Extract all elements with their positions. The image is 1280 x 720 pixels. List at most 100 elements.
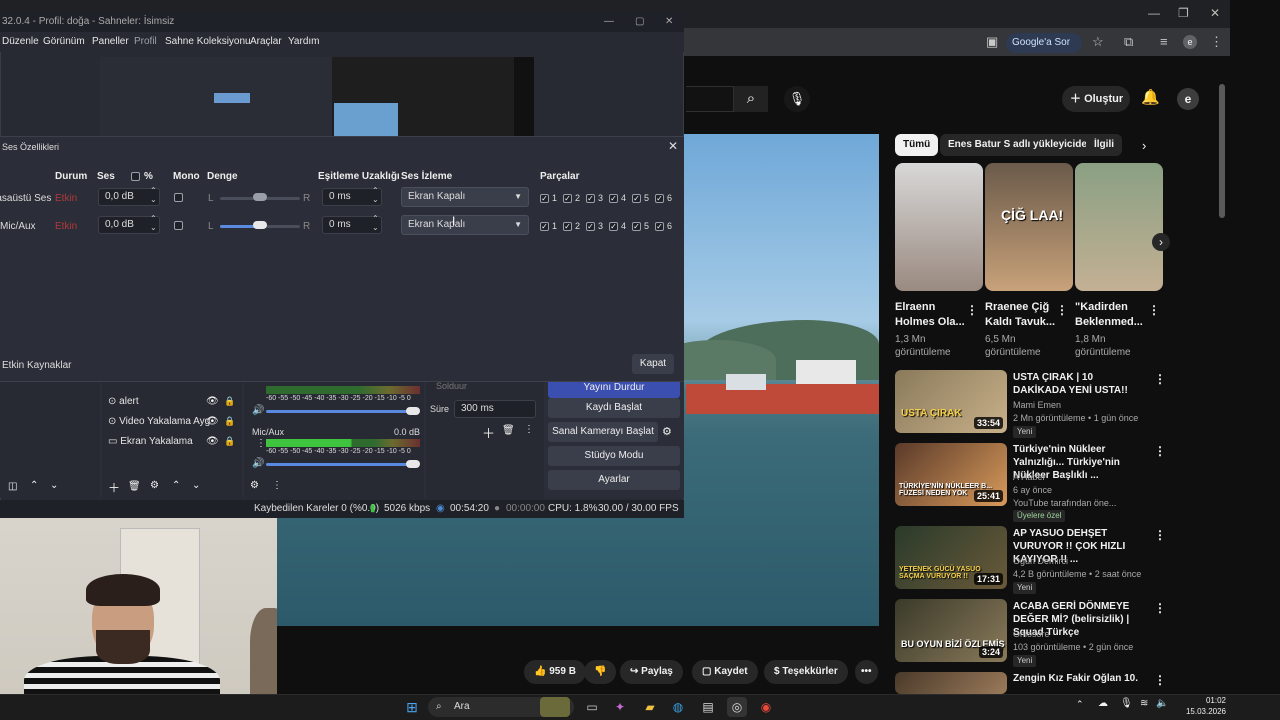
track-checkbox[interactable]: ✓ [609,222,618,231]
short-menu-icon[interactable]: ⋮ [966,303,978,317]
close-dialog-button[interactable]: Kapat [632,354,674,374]
thanks-button[interactable]: $ Teşekkürler [764,660,848,684]
shorts-next-icon[interactable]: › [1152,233,1170,251]
dialog-close-icon[interactable]: ✕ [668,139,678,153]
virtual-camera-settings-icon[interactable]: ⚙ [662,425,672,438]
google-sor-button[interactable]: Google'a Sor [1006,33,1082,53]
active-sources-toggle[interactable]: Etkin Kaynaklar [2,360,71,371]
rec-channel[interactable]: Mami Emen [1013,400,1061,410]
start-recording-button[interactable]: Kaydı Başlat [548,398,680,418]
source-item[interactable]: ⊙ alert [108,396,139,407]
rec-title[interactable]: USTA ÇIRAK | 10 DAKİKADA YENİ USTA!! [1013,371,1148,397]
chip-all[interactable]: Tümü [895,134,939,156]
source-item[interactable]: ▭ Ekran Yakalama [108,436,193,447]
add-source-icon[interactable]: ＋ [108,479,120,496]
onedrive-icon[interactable]: ☁ [1098,698,1108,709]
spin-arrows-icon[interactable]: ⌃ ⌄ [372,186,379,204]
short-thumbnail[interactable] [1075,163,1163,291]
wifi-icon[interactable]: ≋ [1140,698,1148,709]
track-checkbox[interactable]: ✓ [563,194,572,203]
rec-thumbnail[interactable]: BU OYUN BİZİ ÖZLEMİŞ 3:24 [895,599,1007,662]
track-checkbox[interactable]: ✓ [655,194,664,203]
start-virtual-camera-button[interactable]: Sanal Kamerayı Başlat [548,422,658,442]
spin-arrows-icon[interactable]: ⌃ ⌄ [150,214,157,232]
track-checkbox[interactable]: ✓ [563,222,572,231]
transition-duration-input[interactable]: 300 ms [454,400,536,418]
maximize-icon[interactable]: ❐ [1178,6,1189,20]
visibility-eye-icon[interactable]: 👁 [206,416,219,427]
scene-down-icon[interactable]: ⌄ [50,480,58,491]
short-title[interactable]: "Kadirden Beklenmed... [1075,300,1149,330]
transition-type[interactable]: Solduur [436,381,467,391]
balance-knob[interactable] [253,221,267,229]
short-menu-icon[interactable]: ⋮ [1148,303,1160,317]
source-settings-icon[interactable]: ⚙ [150,480,159,491]
rec-thumbnail[interactable]: TÜRKİYE'NİN NÜKLEER B... FÜZESİ NEDEN YO… [895,443,1007,506]
studio-mode-button[interactable]: Stüdyo Modu [548,446,680,466]
rec-title[interactable]: Zengin Kız Fakir Oğlan 10. Bölüm [1013,672,1148,684]
mixer-settings-icon[interactable]: ⚙ [250,480,259,491]
chevron-right-icon[interactable]: › [1142,138,1146,153]
mic-volume-knob[interactable] [406,460,420,468]
remove-transition-icon[interactable]: 🗑 [502,425,515,436]
windows-start-icon[interactable]: ⊞ [402,697,422,717]
mono-checkbox[interactable] [174,221,183,230]
page-scrollbar[interactable] [1219,84,1225,218]
visibility-eye-icon[interactable]: 👁 [206,436,219,447]
browser-profile-avatar[interactable]: e [1183,35,1197,49]
desktop-volume-knob[interactable] [406,407,420,415]
mic-volume-slider[interactable] [266,463,418,466]
settings-button[interactable]: Ayarlar [548,470,680,490]
rec-channel[interactable]: Ogün Demirci [1013,556,1068,566]
search-input[interactable] [686,86,734,112]
source-status[interactable]: Etkin [55,193,77,204]
share-button[interactable]: ↪ Paylaş [620,660,683,684]
track-checkbox[interactable]: ✓ [632,194,641,203]
menu-docks[interactable]: Paneller [92,32,129,52]
rec-thumbnail[interactable]: USTA ÇIRAK 33:54 [895,370,1007,433]
menu-tools[interactable]: Araçlar [250,32,282,52]
lock-icon[interactable]: 🔒 [224,396,235,407]
file-explorer-icon[interactable]: ▰ [640,697,660,717]
percent-checkbox[interactable] [131,172,140,181]
source-up-icon[interactable]: ⌃ [172,480,180,491]
notifications-icon[interactable]: 🔔 [1141,88,1160,106]
source-down-icon[interactable]: ⌄ [192,480,200,491]
spin-arrows-icon[interactable]: ⌃ ⌄ [150,186,157,204]
obs-preview[interactable] [100,57,534,137]
extensions-icon[interactable]: ⧉ [1124,34,1133,50]
add-transition-icon[interactable]: ＋ [482,423,495,442]
search-highlight-icon[interactable] [540,697,570,717]
obs-maximize-icon[interactable]: ▢ [635,12,644,32]
short-thumbnail[interactable]: ÇİĞ LAA! [985,163,1073,291]
tray-chevron-icon[interactable]: ⌃ [1076,699,1084,710]
mic-menu-icon[interactable]: ⋮ [256,438,266,449]
rec-thumbnail[interactable] [895,672,1007,694]
menu-profile[interactable]: Profil [134,32,157,52]
chrome-icon[interactable]: ◉ [756,697,776,717]
browser-menu-icon[interactable]: ⋮ [1210,34,1223,50]
media-icon[interactable]: ≡ [1160,34,1168,49]
voice-search-icon[interactable]: 🎙 [784,86,810,112]
account-avatar[interactable]: e [1177,88,1199,110]
short-title[interactable]: Rraenee Çiğ Kaldı Tavuk... [985,300,1059,330]
mono-checkbox[interactable] [174,193,183,202]
task-view-icon[interactable]: ▭ [582,697,602,717]
save-button[interactable]: ▢ Kaydet [692,660,758,684]
menu-scene-collection[interactable]: Sahne Koleksiyonu [165,32,251,52]
taskbar-clock[interactable]: 01:02 15.03.2026 [1176,695,1226,717]
spin-arrows-icon[interactable]: ⌃ ⌄ [372,214,379,232]
obs-close-icon[interactable]: ✕ [665,12,673,32]
rec-menu-icon[interactable]: ⋮ [1154,601,1166,615]
mixer-menu-icon[interactable]: ⋮ [272,480,282,491]
lock-icon[interactable]: 🔒 [224,416,235,427]
dislike-button[interactable]: 👎 [584,660,617,684]
menu-view[interactable]: Görünüm [43,32,85,52]
store-icon[interactable]: ▤ [698,697,718,717]
balance-knob[interactable] [253,193,267,201]
close-icon[interactable]: ✕ [1210,6,1220,20]
track-checkbox[interactable]: ✓ [586,222,595,231]
track-checkbox[interactable]: ✓ [540,194,549,203]
volume-icon[interactable]: 🔊 [252,405,264,416]
remove-source-icon[interactable]: 🗑 [128,481,141,492]
